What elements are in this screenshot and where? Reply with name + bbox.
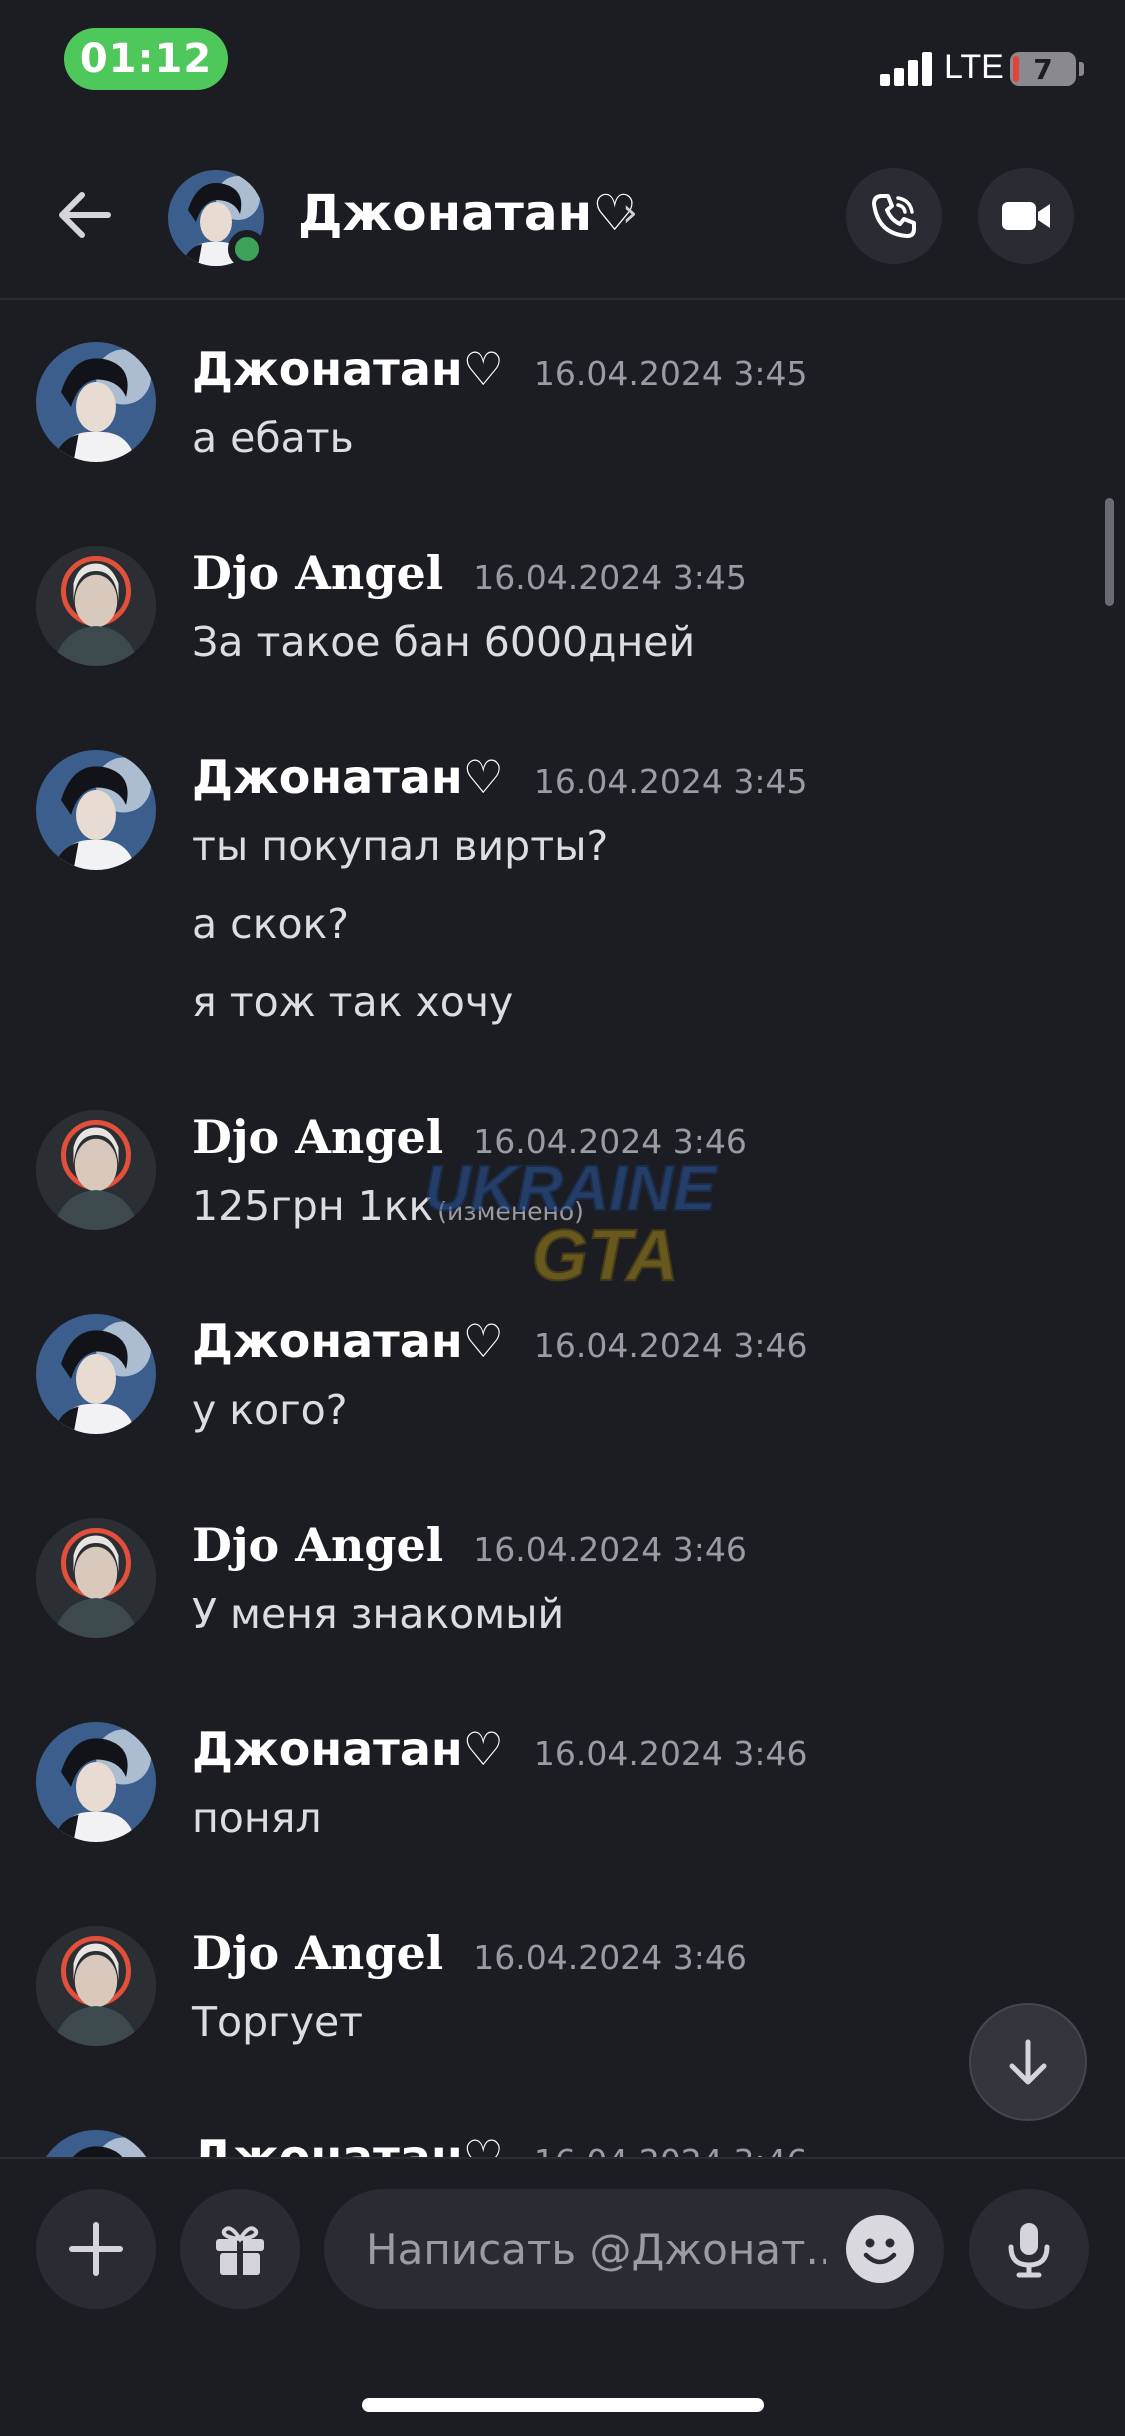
- message-author[interactable]: Джонатан♡: [192, 1722, 504, 1776]
- avatar-image: [36, 1314, 156, 1434]
- arrow-left-icon: [59, 192, 111, 238]
- avatar-image: [36, 342, 156, 462]
- message-timestamp: 16.04.2024 3:45: [533, 762, 808, 801]
- battery-level: 7: [1033, 52, 1053, 86]
- online-status-indicator: [228, 230, 266, 268]
- battery-tip: [1079, 62, 1084, 76]
- avatar[interactable]: [36, 2130, 156, 2157]
- avatar[interactable]: [36, 1518, 156, 1638]
- message-timestamp: 16.04.2024 3:46: [533, 1734, 808, 1773]
- status-time: 01:12: [64, 28, 228, 90]
- message-timestamp: 16.04.2024 3:46: [473, 1530, 747, 1569]
- avatar-image: [36, 546, 156, 666]
- avatar-image: [36, 1722, 156, 1842]
- back-button[interactable]: [50, 180, 120, 250]
- avatar-image: [36, 1926, 156, 2046]
- watermark-text-top: UKRAINE: [424, 1152, 718, 1224]
- message-text: ты покупал вирты?: [192, 822, 609, 870]
- microphone-icon: [1008, 2223, 1050, 2278]
- chevron-right-icon[interactable]: ›: [622, 190, 638, 236]
- status-bar: 01:12 LTE 7: [0, 0, 1125, 130]
- avatar-image: [36, 750, 156, 870]
- message-composer: [0, 2157, 1125, 2436]
- video-call-button[interactable]: [978, 168, 1074, 264]
- attach-button[interactable]: [36, 2189, 156, 2309]
- message-text: Торгует: [192, 1998, 364, 2046]
- arrow-down-icon: [1009, 2039, 1047, 2085]
- message-timestamp: 16.04.2024 3:45: [473, 558, 747, 597]
- phone-icon: [872, 194, 916, 238]
- home-indicator[interactable]: [362, 2398, 764, 2412]
- message-text: у кого?: [192, 1386, 348, 1434]
- message-timestamp: 16.04.2024 3:45: [533, 354, 808, 393]
- message-author[interactable]: Джонатан♡: [192, 1314, 504, 1368]
- smiley-icon: [863, 2238, 897, 2265]
- avatar-image: [36, 1518, 156, 1638]
- plus-icon: [69, 2222, 123, 2276]
- message-author[interactable]: Джонатан♡: [192, 2130, 504, 2157]
- avatar[interactable]: [36, 1314, 156, 1434]
- network-type: LTE: [944, 48, 1004, 86]
- voice-message-button[interactable]: [969, 2189, 1089, 2309]
- message-author[interactable]: Djo Angel: [192, 546, 443, 600]
- chat-header: Джонатан♡ ›: [0, 150, 1125, 300]
- avatar[interactable]: [36, 750, 156, 870]
- message-timestamp: 16.04.2024 3:46: [533, 1326, 808, 1365]
- message-text: У меня знакомый: [192, 1590, 565, 1638]
- avatar[interactable]: [36, 1110, 156, 1230]
- message-text: а ебать: [192, 414, 354, 462]
- avatar-image: [36, 2130, 156, 2157]
- emoji-button[interactable]: [846, 2215, 914, 2283]
- message-author[interactable]: Djo Angel: [192, 1518, 443, 1572]
- message-text: 125грн 1кк: [192, 1182, 434, 1230]
- message-author[interactable]: Джонатан♡: [192, 750, 504, 804]
- message-text: понял: [192, 1794, 322, 1842]
- scrollbar-thumb[interactable]: [1105, 498, 1114, 606]
- message-text: За такое бан 6000дней: [192, 618, 696, 666]
- avatar-image: [36, 1110, 156, 1230]
- message-input[interactable]: [366, 2189, 826, 2309]
- avatar[interactable]: [36, 1722, 156, 1842]
- watermark-logo: UKRAINE GTA: [423, 1151, 719, 1297]
- message-author[interactable]: Джонатан♡: [192, 342, 504, 396]
- gift-button[interactable]: [180, 2189, 300, 2309]
- message-input-wrapper: [324, 2189, 944, 2309]
- battery-icon: 7: [1010, 52, 1076, 86]
- contact-name[interactable]: Джонатан♡: [298, 184, 637, 242]
- message-text: а скок?: [192, 900, 350, 948]
- signal-strength-icon: [880, 52, 934, 86]
- message-text: я тож так хочу: [192, 978, 514, 1026]
- avatar[interactable]: [36, 342, 156, 462]
- watermark-text-bottom: GTA: [532, 1216, 679, 1296]
- gift-icon: [216, 2226, 264, 2275]
- video-camera-icon: [1002, 202, 1050, 230]
- avatar[interactable]: [36, 1926, 156, 2046]
- message-timestamp: 16.04.2024 3:46: [473, 1938, 747, 1977]
- message-timestamp: 16.04.2024 3:46: [534, 2142, 808, 2157]
- message-author[interactable]: Djo Angel: [192, 1926, 443, 1980]
- call-button[interactable]: [846, 168, 942, 264]
- avatar[interactable]: [36, 546, 156, 666]
- scroll-to-bottom-button[interactable]: [969, 2003, 1087, 2121]
